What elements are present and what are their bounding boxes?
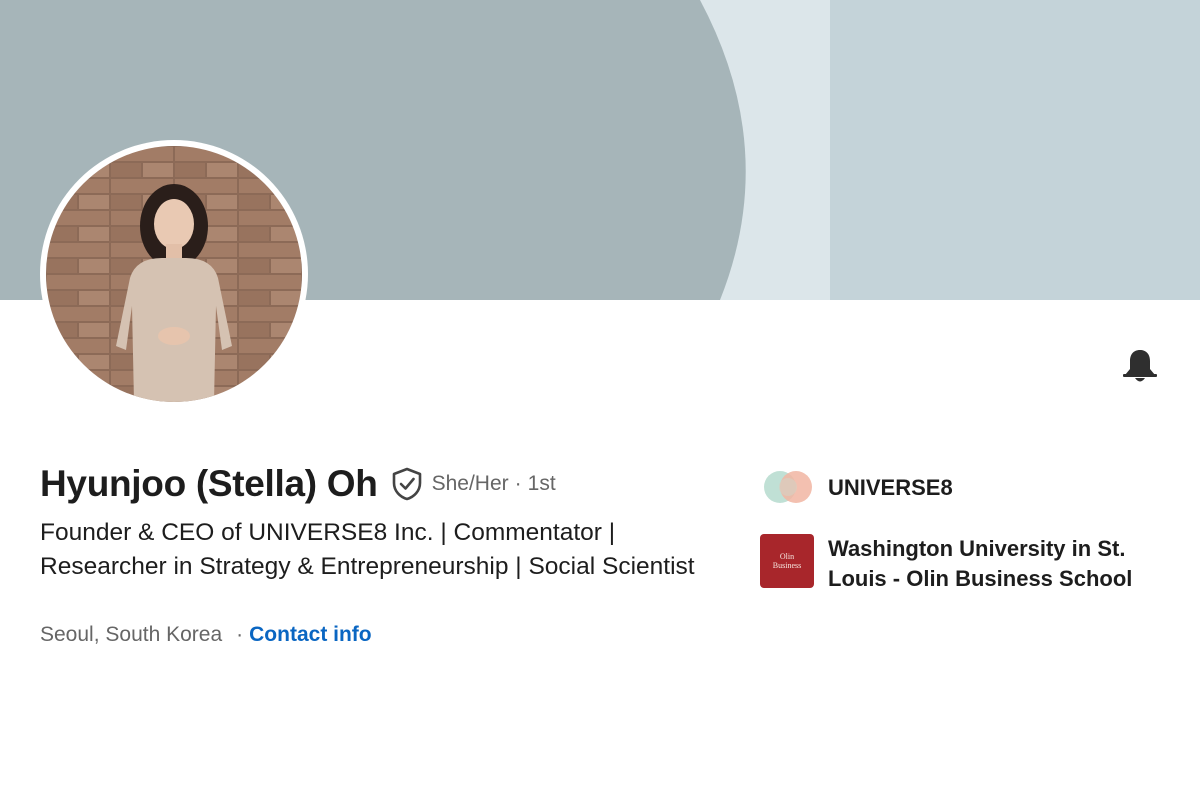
- profile-name: Hyunjoo (Stella) Oh: [40, 463, 378, 504]
- current-company[interactable]: UNIVERSE8: [760, 467, 953, 507]
- olin-logo-text-line2: Business: [772, 561, 802, 570]
- contact-info-link[interactable]: Contact info: [249, 623, 371, 647]
- school-name[interactable]: Washington University in St. Louis - Oli…: [828, 534, 1168, 594]
- olin-logo-text-line1: Olin: [779, 552, 795, 561]
- profile-avatar[interactable]: [40, 140, 308, 408]
- degree-separator: ·: [514, 472, 522, 495]
- avatar-photo: [46, 146, 302, 402]
- notifications-bell-button[interactable]: [1120, 346, 1160, 386]
- location-separator: ·: [236, 623, 244, 646]
- profile-page: Hyunjoo (Stella) Oh She/Her · 1st Founde…: [0, 0, 1200, 800]
- bell-icon: [1123, 350, 1157, 382]
- profile-location: Seoul, South Korea: [40, 623, 223, 646]
- olin-business-logo[interactable]: Olin Business: [760, 534, 814, 588]
- connection-degree: 1st: [527, 472, 556, 495]
- shield-check-icon[interactable]: [390, 466, 424, 502]
- name-row: Hyunjoo (Stella) Oh She/Her · 1st: [40, 463, 556, 505]
- location-row: Seoul, South Korea · Contact info: [40, 623, 372, 647]
- education-school[interactable]: Olin Business Washington University in S…: [760, 534, 1168, 594]
- profile-headline: Founder & CEO of UNIVERSE8 Inc. | Commen…: [40, 519, 695, 580]
- pronouns: She/Her: [431, 472, 509, 495]
- universe8-logo[interactable]: [760, 467, 814, 507]
- company-name[interactable]: UNIVERSE8: [828, 473, 953, 503]
